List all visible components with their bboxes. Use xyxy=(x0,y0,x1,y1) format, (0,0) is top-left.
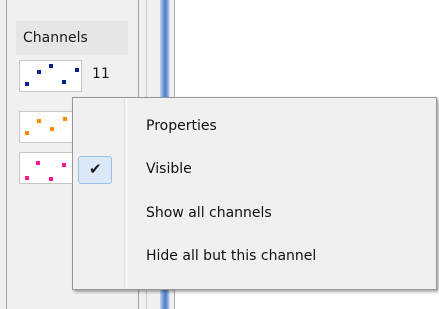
swatch-dot xyxy=(63,117,67,121)
menu-item-label: Visible xyxy=(146,161,192,177)
swatch-dot xyxy=(37,119,41,123)
channel-swatch-1[interactable] xyxy=(19,60,82,92)
swatch-dot xyxy=(50,127,54,131)
swatch-dot xyxy=(25,131,29,135)
menu-item-hide-all-but-this[interactable]: Hide all but this channel xyxy=(75,239,434,275)
swatch-dot xyxy=(49,64,53,68)
swatch-dot xyxy=(25,82,29,86)
menu-item-label: Properties xyxy=(146,118,217,134)
swatch-dot xyxy=(62,163,66,167)
menu-item-visible[interactable]: ✔ Visible xyxy=(75,152,434,188)
swatch-dot xyxy=(25,176,29,180)
context-menu: Properties ✔ Visible Show all channels H… xyxy=(72,97,437,290)
menu-item-label: Hide all but this channel xyxy=(146,248,317,264)
menu-item-label: Show all channels xyxy=(146,205,272,221)
swatch-dot xyxy=(49,177,53,181)
swatch-dot xyxy=(62,80,66,84)
menu-item-show-all-channels[interactable]: Show all channels xyxy=(75,196,434,232)
checkmark-glyph: ✔ xyxy=(89,160,102,178)
swatch-dot xyxy=(37,70,41,74)
swatch-dot xyxy=(75,68,79,72)
swatch-dot xyxy=(36,161,40,165)
checkmark-icon: ✔ xyxy=(78,156,112,184)
channel-number-1: 11 xyxy=(92,66,110,82)
channels-header: Channels xyxy=(16,21,128,55)
menu-item-properties[interactable]: Properties xyxy=(75,109,434,145)
